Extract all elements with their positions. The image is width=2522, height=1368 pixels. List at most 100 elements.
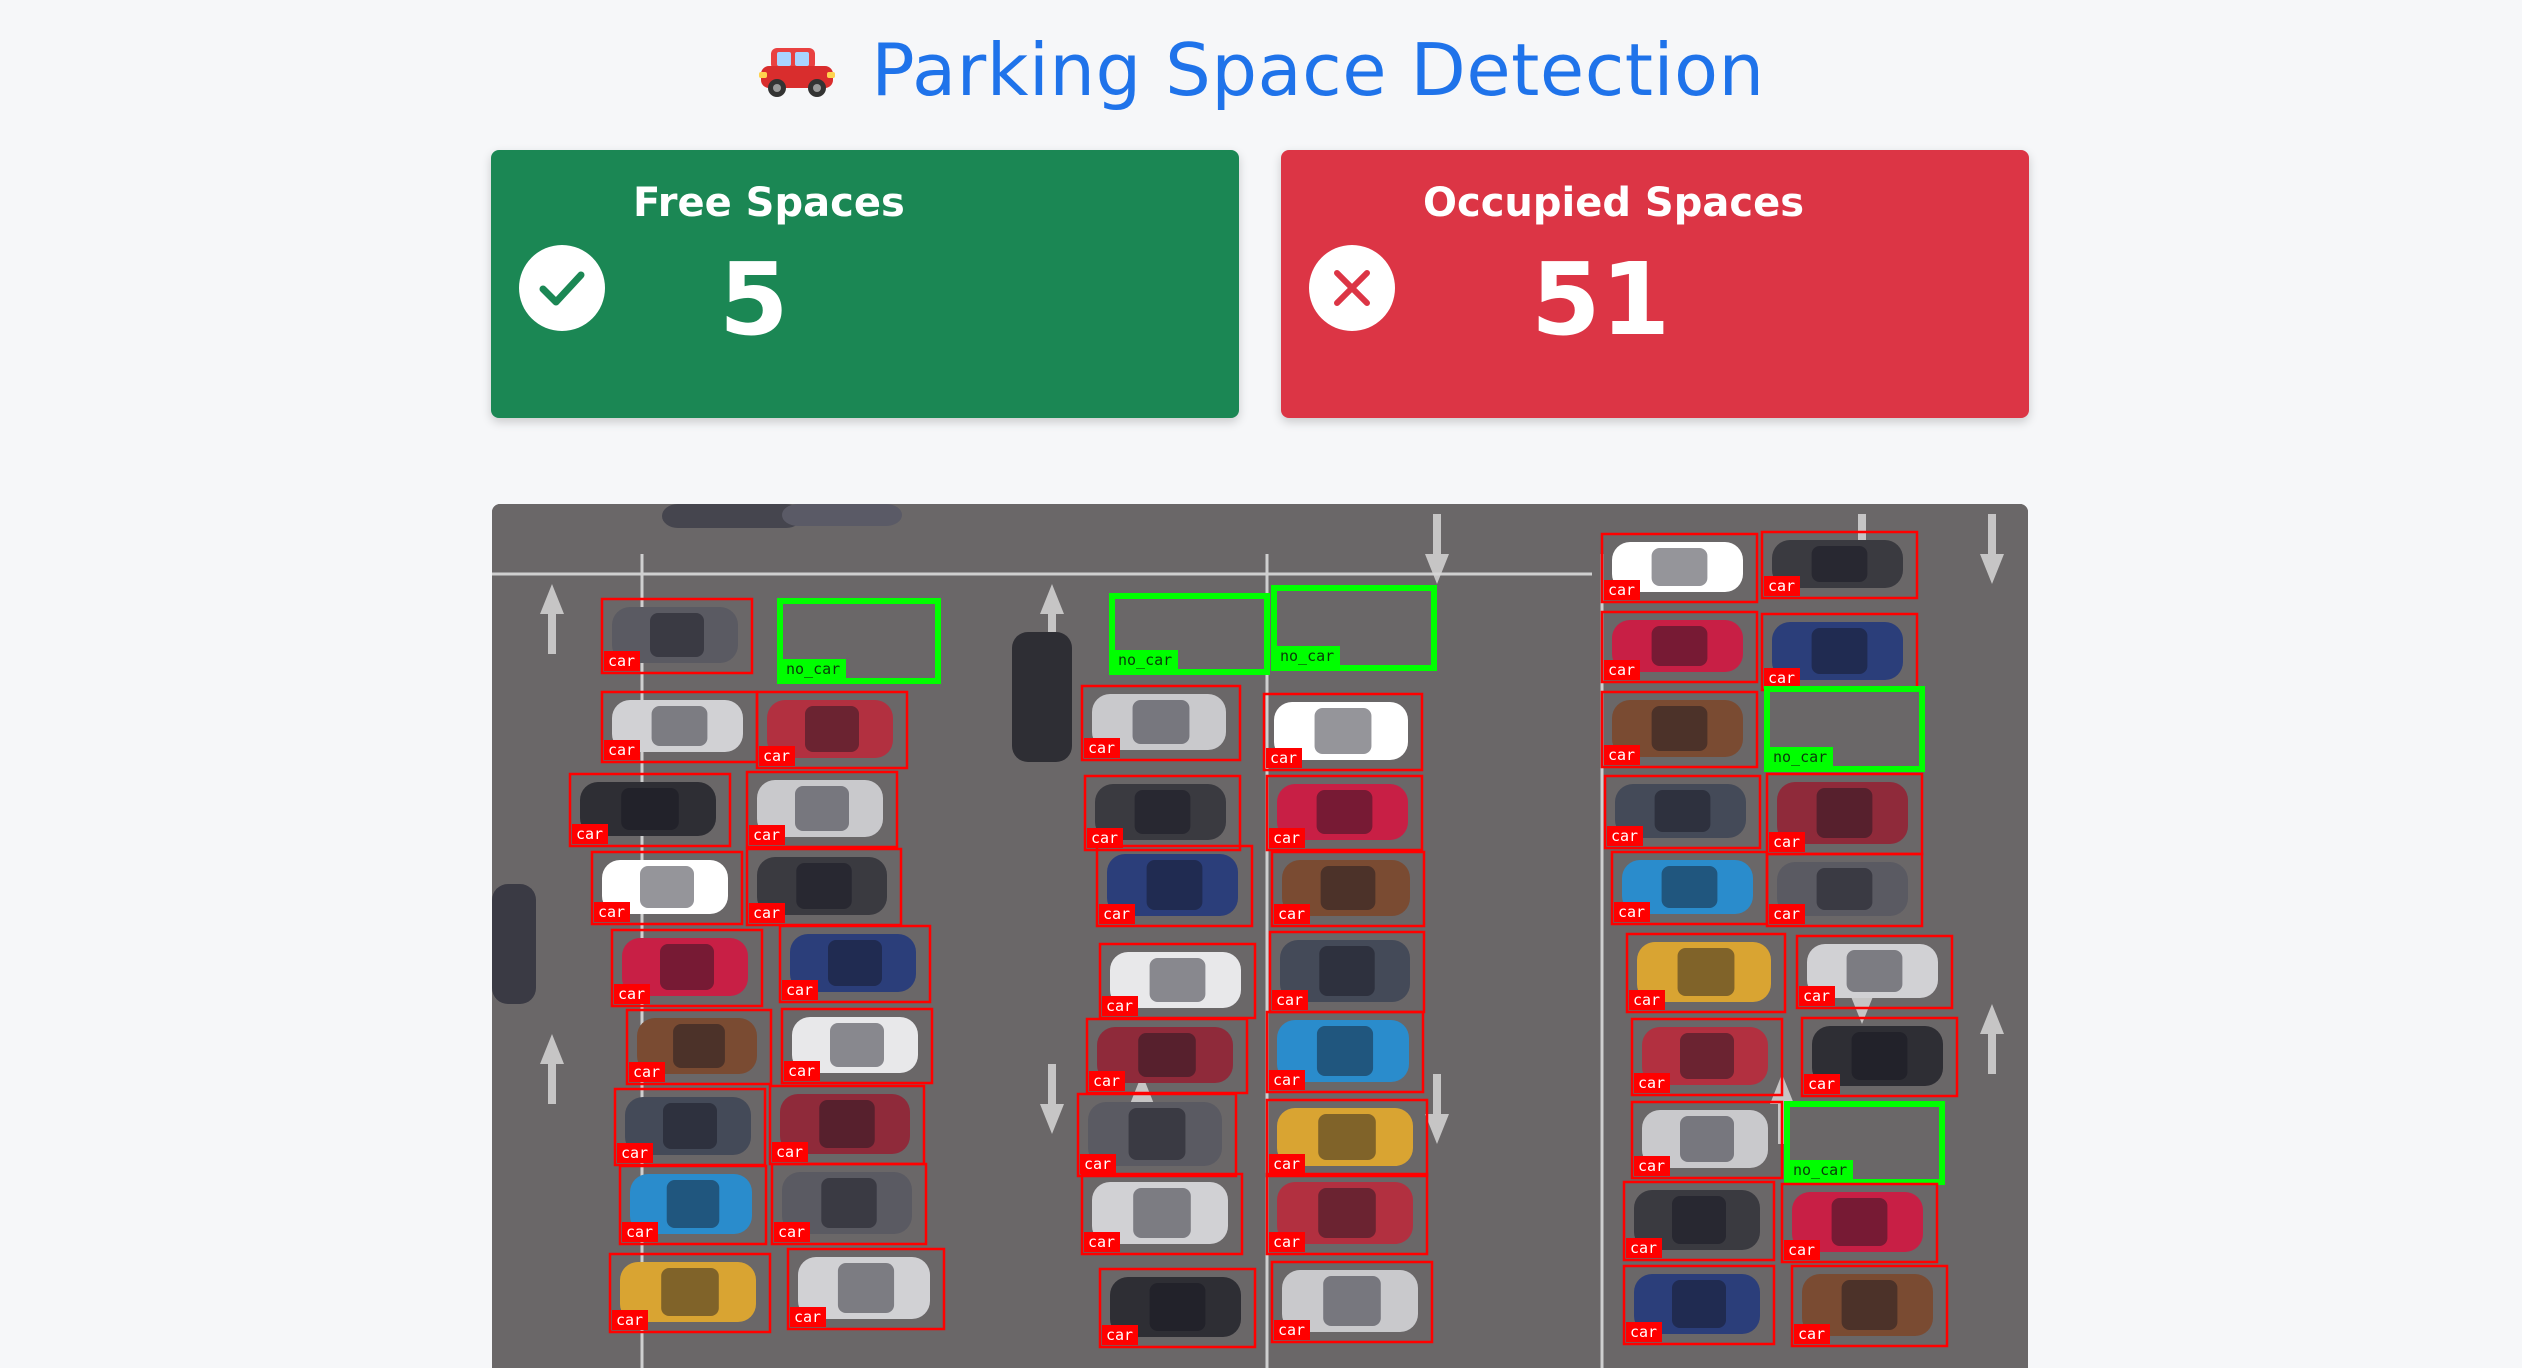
no-car-tag: no_car xyxy=(786,660,840,678)
car-tag: car xyxy=(1638,1157,1665,1175)
car-roof xyxy=(663,1103,717,1149)
free-spaces-count: 5 xyxy=(719,241,789,358)
car-tag: car xyxy=(753,826,780,844)
car-roof xyxy=(830,1023,884,1067)
no-car-tag: no_car xyxy=(1280,647,1334,665)
car-roof xyxy=(1841,1280,1898,1330)
car-roof xyxy=(621,788,679,830)
car-tag: car xyxy=(1106,997,1133,1015)
car-tag: car xyxy=(626,1223,653,1241)
car-tag: car xyxy=(1093,1072,1120,1090)
car-tag: car xyxy=(1088,1233,1115,1251)
car-roof xyxy=(1680,1116,1734,1162)
car-roof xyxy=(673,1024,725,1068)
car-tag: car xyxy=(598,903,625,921)
car-roof xyxy=(666,1180,720,1228)
car-roof xyxy=(1323,1276,1381,1326)
car-tag: car xyxy=(1611,827,1638,845)
car-roof xyxy=(1134,790,1191,834)
car-icon xyxy=(759,48,836,97)
car-tag: car xyxy=(1106,1326,1133,1344)
car-roof xyxy=(1651,548,1708,586)
car-roof xyxy=(819,1100,875,1148)
car-roof xyxy=(1314,708,1372,754)
car-roof xyxy=(1677,948,1735,996)
car-tag: car xyxy=(1768,669,1795,687)
car-tag: car xyxy=(763,747,790,765)
car-roof xyxy=(1132,700,1190,744)
car-tag: car xyxy=(1803,987,1830,1005)
free-spaces-label: Free Spaces xyxy=(633,180,905,226)
car-tag: car xyxy=(608,741,635,759)
no-car-tag: no_car xyxy=(1773,748,1827,766)
car-roof xyxy=(651,706,708,746)
car-tag: car xyxy=(608,652,635,670)
car-tag: car xyxy=(1608,746,1635,764)
car-tag: car xyxy=(616,1311,643,1329)
car-tag: car xyxy=(1773,833,1800,851)
x-icon xyxy=(1309,245,1395,331)
car-roof xyxy=(660,944,714,990)
car-roof xyxy=(1316,1026,1374,1076)
car-roof xyxy=(1851,1032,1908,1080)
car-roof xyxy=(640,866,694,908)
car-tag: car xyxy=(788,1062,815,1080)
car-tag: car xyxy=(1768,577,1795,595)
car-tag: car xyxy=(1091,829,1118,847)
car-tag: car xyxy=(1608,661,1635,679)
unlabeled-car xyxy=(782,504,902,526)
car-roof xyxy=(1138,1033,1196,1077)
car-roof xyxy=(1661,866,1718,908)
car-roof xyxy=(1318,1188,1376,1238)
car-roof xyxy=(1680,1033,1734,1079)
car-roof xyxy=(1811,628,1868,674)
car-roof xyxy=(1816,788,1873,838)
car-tag: car xyxy=(1788,1241,1815,1259)
car-roof xyxy=(1846,950,1903,992)
car-tag: car xyxy=(1630,1323,1657,1341)
unlabeled-car xyxy=(492,884,536,1004)
page-header: Parking Space Detection xyxy=(0,28,2522,112)
car-tag: car xyxy=(1608,581,1635,599)
car-roof xyxy=(828,940,882,986)
car-tag: car xyxy=(1270,749,1297,767)
car-tag: car xyxy=(1273,1155,1300,1173)
car-roof xyxy=(1318,1114,1376,1160)
car-roof xyxy=(1651,626,1708,666)
car-tag: car xyxy=(1273,1233,1300,1251)
car-tag: car xyxy=(1808,1075,1835,1093)
car-roof xyxy=(661,1268,719,1316)
car-tag: car xyxy=(794,1308,821,1326)
car-tag: car xyxy=(618,985,645,1003)
car-tag: car xyxy=(1273,829,1300,847)
car-roof xyxy=(1128,1108,1186,1160)
car-tag: car xyxy=(576,825,603,843)
car-tag: car xyxy=(621,1144,648,1162)
unlabeled-car xyxy=(662,504,802,528)
occupied-spaces-card: Occupied Spaces 51 xyxy=(1281,150,2029,418)
car-roof xyxy=(796,863,852,909)
free-spaces-card: Free Spaces 5 xyxy=(491,150,1239,418)
check-icon xyxy=(519,245,605,331)
car-tag: car xyxy=(1278,905,1305,923)
car-roof xyxy=(795,786,849,831)
car-tag: car xyxy=(778,1223,805,1241)
no-car-tag: no_car xyxy=(1118,651,1172,669)
parking-lot-image: car no_car car car car car car car car car car car c… xyxy=(492,504,2028,1368)
car-tag: car xyxy=(786,981,813,999)
car-roof xyxy=(1831,1198,1888,1246)
occupied-spaces-label: Occupied Spaces xyxy=(1423,180,1805,226)
car-roof xyxy=(1816,868,1873,910)
car-roof xyxy=(1149,958,1206,1002)
car-tag: car xyxy=(1103,905,1130,923)
occupied-spaces-count: 51 xyxy=(1531,241,1671,358)
car-tag: car xyxy=(1088,739,1115,757)
car-tag: car xyxy=(1084,1155,1111,1173)
unlabeled-car xyxy=(1012,632,1072,762)
parking-lot-aerial: car no_carcar carcar carcar carcar carcar carc… xyxy=(492,504,2028,1368)
car-tag: car xyxy=(1773,905,1800,923)
car-roof xyxy=(1811,546,1868,582)
car-roof xyxy=(1133,1188,1191,1238)
car-tag: car xyxy=(776,1143,803,1161)
car-roof xyxy=(805,706,859,752)
